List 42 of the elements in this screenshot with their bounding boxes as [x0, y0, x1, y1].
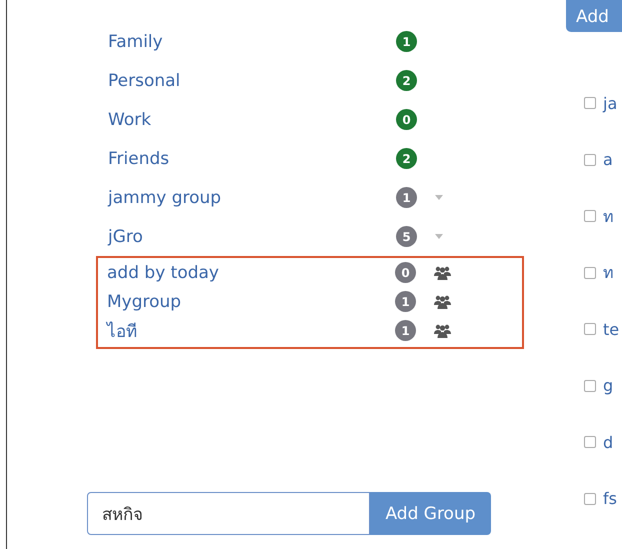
add-button[interactable]: Add: [566, 0, 622, 32]
group-link[interactable]: ไอที: [98, 317, 395, 344]
add-group-button[interactable]: Add Group: [370, 492, 491, 535]
group-link[interactable]: Mygroup: [98, 292, 395, 312]
group-link[interactable]: jGro: [97, 226, 396, 246]
checkbox[interactable]: [584, 436, 596, 448]
count-badge: 1: [395, 291, 416, 312]
count-badge: 1: [396, 187, 417, 208]
count-badge: 2: [396, 70, 417, 91]
checkbox[interactable]: [584, 210, 596, 222]
contact-name: ท: [603, 206, 614, 228]
contact-name: ja: [603, 94, 618, 113]
group-link[interactable]: jammy group: [97, 188, 396, 208]
count-badge: 1: [396, 31, 417, 52]
group-link[interactable]: Personal: [97, 70, 396, 90]
checkbox[interactable]: [584, 492, 596, 505]
group-link[interactable]: Friends: [97, 148, 396, 168]
group-link[interactable]: add by today: [98, 262, 395, 282]
caret-icon[interactable]: [435, 195, 443, 200]
contact-name: a: [603, 150, 613, 170]
people-icon: [434, 266, 451, 280]
group-name-input[interactable]: สหกิจ: [87, 492, 370, 535]
count-badge: 1: [395, 320, 416, 341]
people-icon: [434, 294, 451, 308]
checkbox[interactable]: [584, 97, 596, 110]
contact-name: g: [603, 376, 614, 396]
checkbox[interactable]: [584, 154, 596, 166]
count-badge: 0: [396, 109, 417, 130]
people-icon: [434, 324, 451, 338]
checkbox[interactable]: [584, 266, 596, 279]
count-badge: 0: [395, 262, 416, 283]
contact-name: d: [603, 432, 614, 452]
group-link[interactable]: Family: [97, 32, 396, 52]
contact-name: fs: [603, 489, 617, 508]
contact-name: te: [603, 320, 620, 339]
count-badge: 5: [396, 226, 417, 247]
caret-icon[interactable]: [435, 234, 443, 239]
checkbox[interactable]: [584, 323, 596, 336]
count-badge: 2: [396, 148, 417, 169]
group-link[interactable]: Work: [97, 110, 396, 130]
checkbox[interactable]: [584, 380, 596, 392]
contact-name: ท: [603, 262, 614, 284]
